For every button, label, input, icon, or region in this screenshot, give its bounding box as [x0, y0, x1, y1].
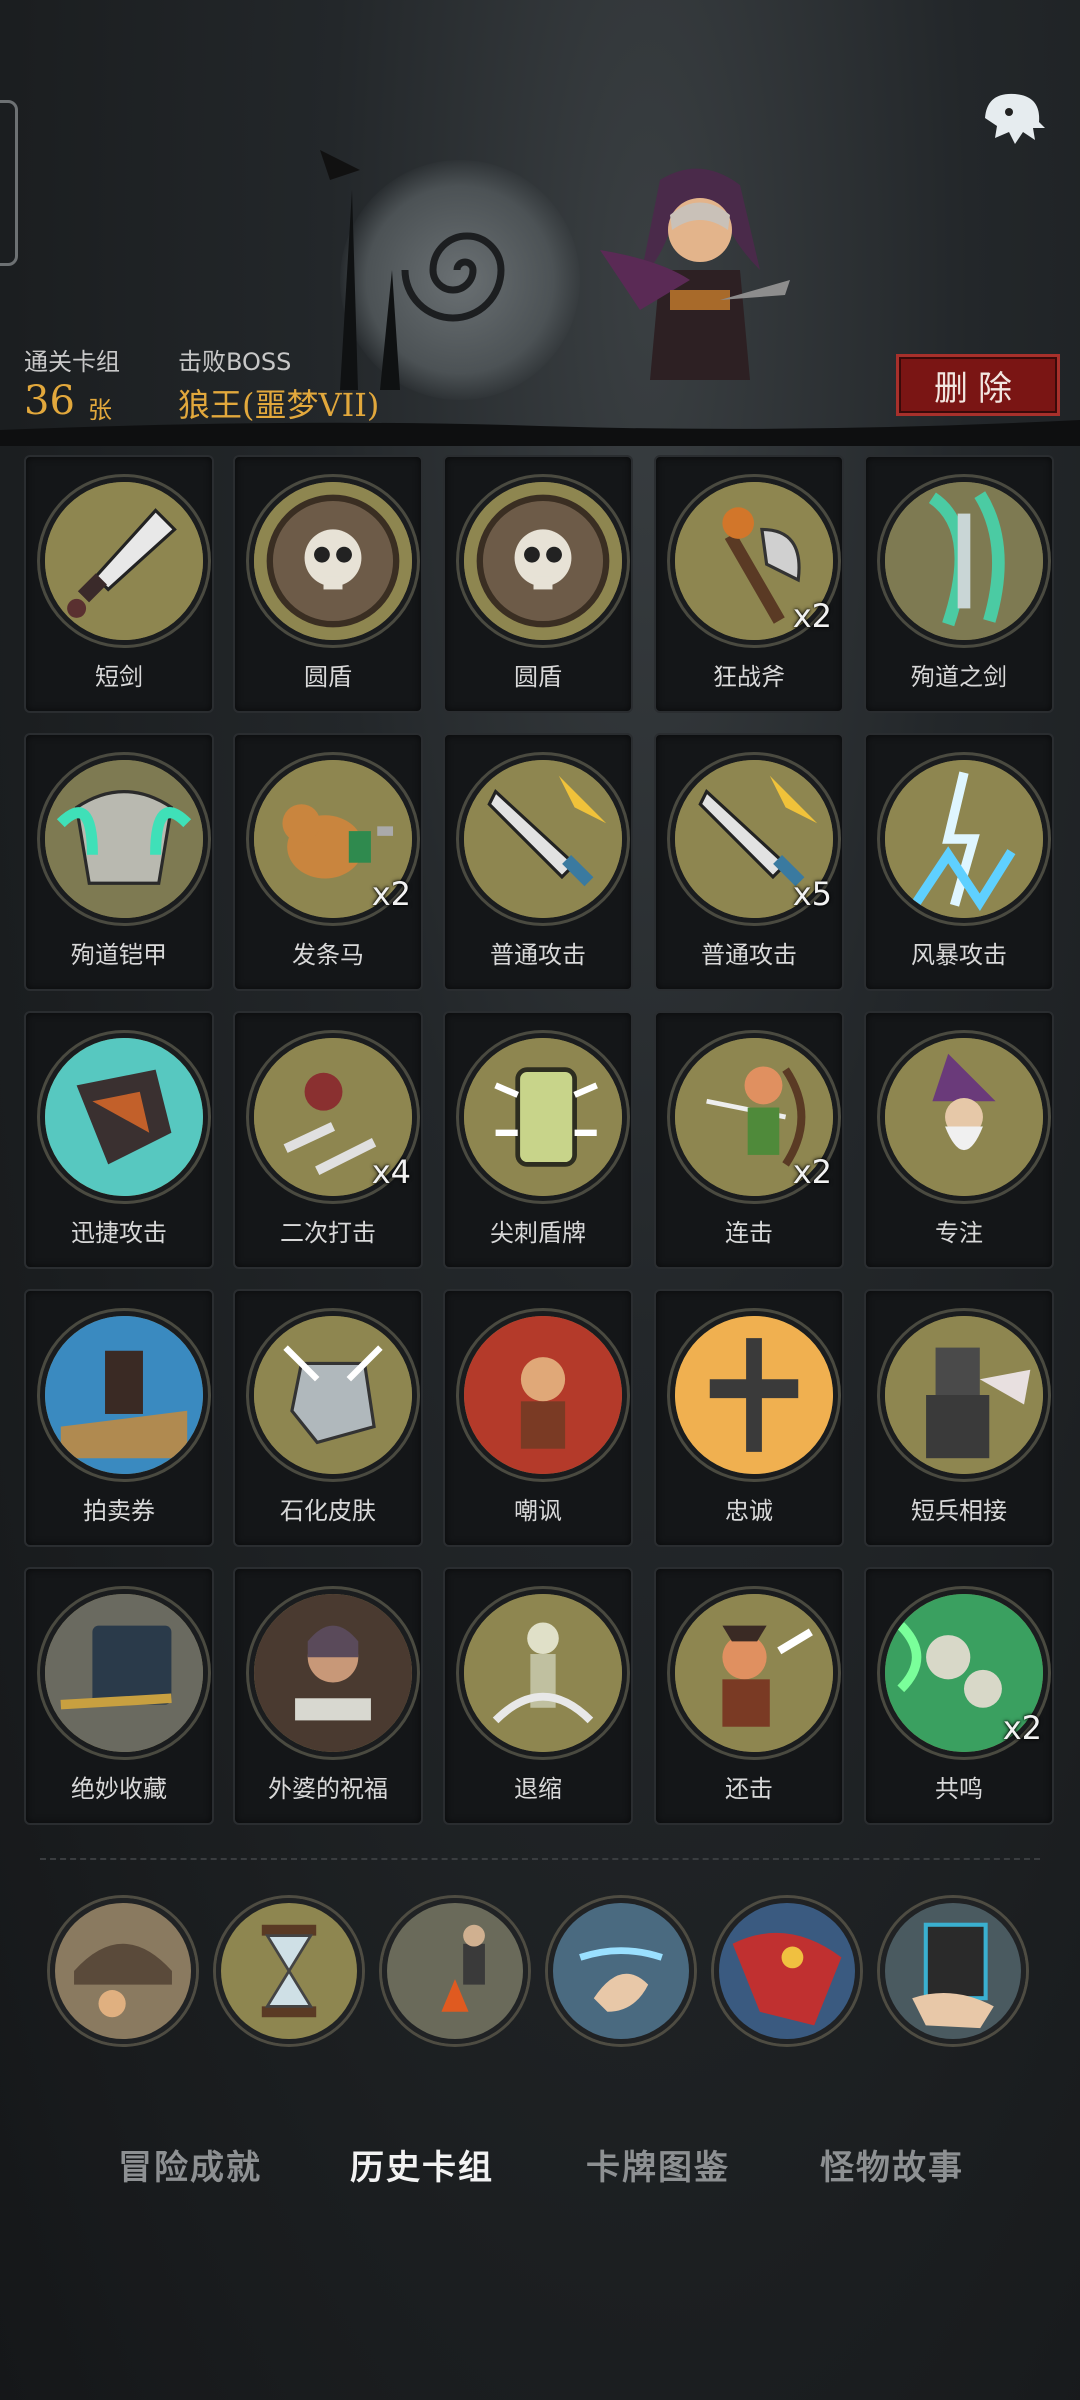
card-name: 迅捷攻击	[71, 1219, 167, 1247]
helmet-relic-icon[interactable]	[50, 1898, 196, 2044]
hero-character-illustration	[600, 168, 790, 380]
auction-hammer-icon	[40, 1311, 208, 1479]
card-name: 石化皮肤	[280, 1497, 376, 1525]
lightning-icon	[880, 755, 1048, 923]
deck-card[interactable]: 殉道铠甲	[24, 733, 214, 991]
deck-card[interactable]: 绝妙收藏	[24, 1567, 214, 1825]
tab-monster-stories[interactable]: 怪物故事	[820, 2140, 964, 2189]
deck-card[interactable]: 嘲讽	[443, 1289, 633, 1547]
deck-card[interactable]: x5 普通攻击	[654, 733, 844, 991]
card-name: 嘲讽	[514, 1497, 562, 1525]
hourglass-relic-icon[interactable]	[216, 1898, 362, 2044]
tab-card-codex[interactable]: 卡牌图鉴	[586, 2140, 730, 2189]
card-count-badge: x2	[792, 597, 832, 635]
magic-hand-relic-icon[interactable]	[548, 1898, 694, 2044]
deck-card[interactable]: 迅捷攻击	[24, 1011, 214, 1269]
grandma-icon	[249, 1589, 417, 1757]
retreat-icon	[459, 1589, 627, 1757]
bare-trees-icon	[320, 150, 400, 390]
deck-card[interactable]: 圆盾	[443, 455, 633, 713]
deck-card[interactable]: 拍卖券	[24, 1289, 214, 1547]
deck-card[interactable]: 专注	[864, 1011, 1054, 1269]
card-count-badge: x2	[1002, 1709, 1042, 1747]
deck-card[interactable]: x2 狂战斧	[654, 455, 844, 713]
card-name: 共鸣	[935, 1775, 983, 1803]
card-name: 殉道之剑	[911, 663, 1007, 691]
card-name: 风暴攻击	[911, 941, 1007, 969]
card-count-badge: x2	[371, 875, 411, 913]
card-name: 尖刺盾牌	[490, 1219, 586, 1247]
tab-achievements[interactable]: 冒险成就	[118, 2140, 262, 2189]
card-count-badge: x4	[371, 1153, 411, 1191]
ghost-armor-icon	[40, 755, 208, 923]
knight-icon	[880, 1311, 1048, 1479]
wizard-icon	[880, 1033, 1048, 1201]
card-name: 普通攻击	[701, 941, 797, 969]
claw-icon	[40, 1033, 208, 1201]
skull-shield-icon	[249, 477, 417, 645]
deck-card[interactable]: 外婆的祝福	[233, 1567, 423, 1825]
card-name: 发条马	[292, 941, 364, 969]
card-count-badge: x2	[792, 1153, 832, 1191]
card-name: 殉道铠甲	[71, 941, 167, 969]
boss-header-banner: 通关卡组 36 张 击败BOSS 狼王(噩梦VII) 删除	[0, 0, 1080, 446]
ground-silhouette	[0, 420, 1080, 446]
deck-card[interactable]: 殉道之剑	[864, 455, 1054, 713]
deck-card[interactable]: x2 发条马	[233, 733, 423, 991]
deck-card[interactable]: x2 共鸣	[864, 1567, 1054, 1825]
ghost-icon[interactable]	[975, 88, 1047, 148]
relic-row	[50, 1898, 1040, 2048]
stone-fist-icon	[249, 1311, 417, 1479]
section-divider	[40, 1858, 1040, 1860]
ghost-sword-icon	[880, 477, 1048, 645]
card-name: 忠诚	[725, 1497, 773, 1525]
tab-deck-history[interactable]: 历史卡组	[350, 2140, 494, 2189]
campfire-relic-icon[interactable]	[382, 1898, 528, 2044]
deck-card[interactable]: 石化皮肤	[233, 1289, 423, 1547]
deck-card[interactable]: x2 连击	[654, 1011, 844, 1269]
card-name: 圆盾	[304, 663, 352, 691]
card-name: 外婆的祝福	[268, 1775, 388, 1803]
card-name: 绝妙收藏	[71, 1775, 167, 1803]
card-name: 短兵相接	[911, 1497, 1007, 1525]
deck-card[interactable]: 短兵相接	[864, 1289, 1054, 1547]
taunt-icon	[459, 1311, 627, 1479]
card-name: 短剑	[95, 663, 143, 691]
collection-icon	[40, 1589, 208, 1757]
card-count-badge: x5	[792, 875, 832, 913]
card-name: 狂战斧	[713, 663, 785, 691]
cape-relic-icon[interactable]	[714, 1898, 860, 2044]
card-name: 二次打击	[280, 1219, 376, 1247]
deck-card[interactable]: 退缩	[443, 1567, 633, 1825]
card-name: 拍卖券	[83, 1497, 155, 1525]
deck-card[interactable]: 圆盾	[233, 455, 423, 713]
deck-count-label: 通关卡组	[24, 348, 120, 376]
sword-strike-icon	[459, 755, 627, 923]
card-name: 圆盾	[514, 663, 562, 691]
side-panel-edge[interactable]	[0, 100, 18, 266]
deck-card[interactable]: 短剑	[24, 455, 214, 713]
card-name: 普通攻击	[490, 941, 586, 969]
delete-button[interactable]: 删除	[896, 354, 1060, 416]
card-name: 连击	[725, 1219, 773, 1247]
spiked-shield-icon	[459, 1033, 627, 1201]
boss-label: 击败BOSS	[178, 348, 292, 376]
dagger-icon	[40, 477, 208, 645]
counter-icon	[670, 1589, 838, 1757]
cross-icon	[670, 1311, 838, 1479]
deck-card[interactable]: 尖刺盾牌	[443, 1011, 633, 1269]
bottom-tab-bar: 冒险成就 历史卡组 卡牌图鉴 怪物故事	[0, 2140, 1080, 2200]
deck-card[interactable]: 还击	[654, 1567, 844, 1825]
card-name: 专注	[935, 1219, 983, 1247]
card-name: 退缩	[514, 1775, 562, 1803]
deck-card[interactable]: 普通攻击	[443, 733, 633, 991]
card-hand-relic-icon[interactable]	[880, 1898, 1026, 2044]
deck-card[interactable]: x4 二次打击	[233, 1011, 423, 1269]
deck-card[interactable]: 忠诚	[654, 1289, 844, 1547]
deck-card[interactable]: 风暴攻击	[864, 733, 1054, 991]
card-name: 还击	[725, 1775, 773, 1803]
skull-shield-icon	[459, 477, 627, 645]
